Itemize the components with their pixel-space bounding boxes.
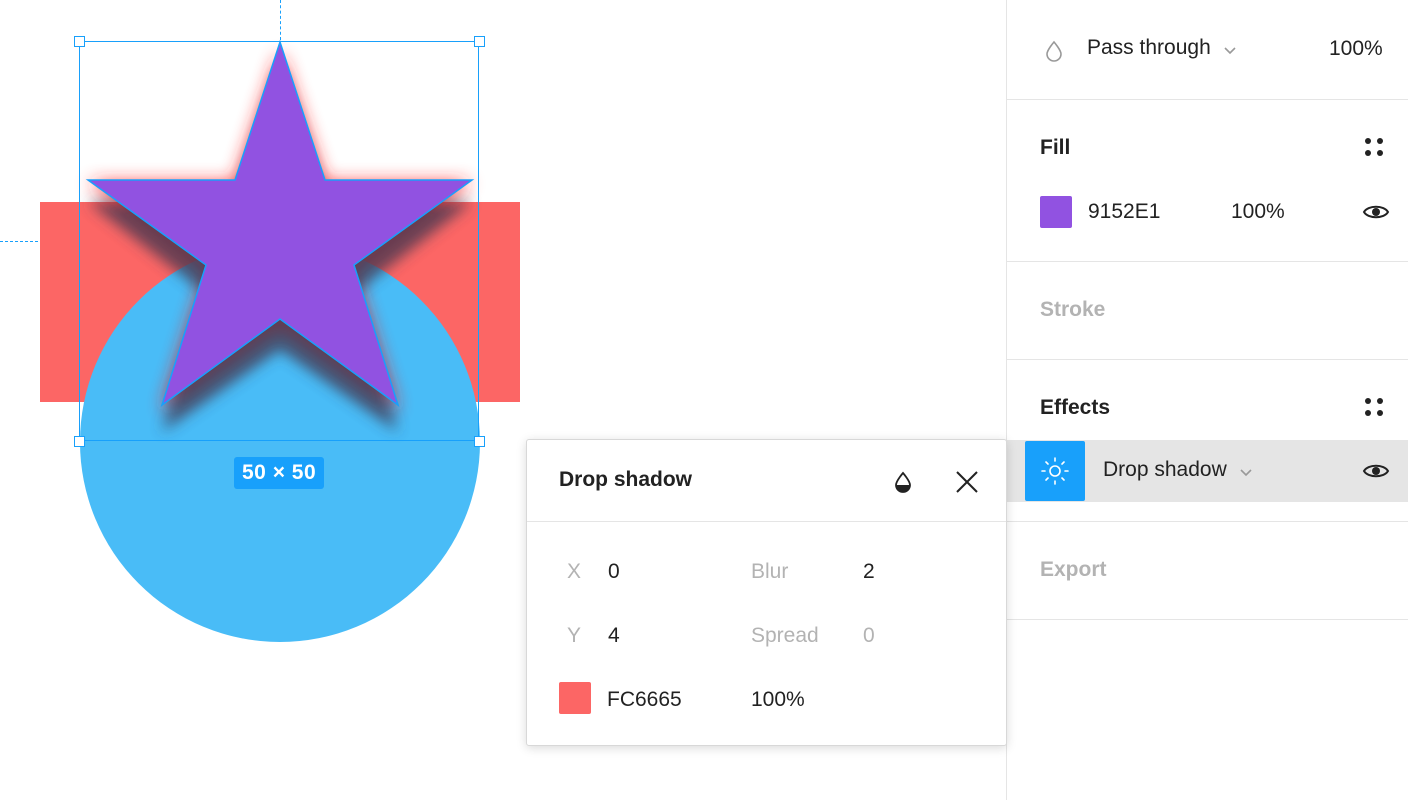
styles-grid-icon[interactable] bbox=[1365, 138, 1385, 158]
size-badge: 50 × 50 bbox=[234, 457, 325, 489]
blur-label: Blur bbox=[751, 560, 789, 583]
fill-section: Fill 9152E1 100% bbox=[1007, 100, 1408, 262]
eye-icon[interactable] bbox=[1362, 461, 1390, 481]
layer-opacity-input[interactable]: 100% bbox=[1329, 37, 1383, 61]
effect-item-drop-shadow[interactable]: Drop shadow bbox=[1007, 440, 1408, 502]
x-input[interactable]: 0 bbox=[608, 560, 620, 584]
effect-type-label: Drop shadow bbox=[1103, 458, 1227, 481]
effects-title: Effects bbox=[1040, 396, 1111, 419]
effect-type-dropdown[interactable]: Drop shadow bbox=[1103, 458, 1253, 486]
stroke-section[interactable]: Stroke bbox=[1007, 262, 1408, 360]
blend-mode-dropdown[interactable]: Pass through bbox=[1087, 36, 1237, 66]
resize-handle-bottom-left[interactable] bbox=[74, 436, 85, 447]
shadow-opacity-input[interactable]: 100% bbox=[751, 688, 805, 712]
resize-handle-top-right[interactable] bbox=[474, 36, 485, 47]
y-input[interactable]: 4 bbox=[608, 624, 620, 648]
blend-drop-icon[interactable] bbox=[893, 470, 913, 494]
shadow-color-swatch[interactable] bbox=[559, 682, 591, 714]
export-section[interactable]: Export bbox=[1007, 522, 1408, 620]
eye-icon[interactable] bbox=[1362, 202, 1390, 222]
popup-title: Drop shadow bbox=[559, 468, 693, 491]
styles-grid-icon[interactable] bbox=[1365, 398, 1385, 418]
fill-hex-input[interactable]: 9152E1 bbox=[1088, 200, 1160, 224]
layer-section: Pass through 100% bbox=[1007, 0, 1408, 100]
export-title: Export bbox=[1040, 558, 1107, 581]
resize-handle-top-left[interactable] bbox=[74, 36, 85, 47]
popup-header: Drop shadow bbox=[527, 440, 1006, 522]
chevron-down-icon bbox=[1240, 469, 1252, 476]
spread-label: Spread bbox=[751, 624, 819, 647]
drop-icon bbox=[1046, 40, 1062, 62]
fill-color-swatch[interactable] bbox=[1040, 196, 1072, 228]
properties-panel: Pass through 100% Fill 9152E1 100% Strok… bbox=[1006, 0, 1408, 800]
drop-shadow-popup: Drop shadow X 0 Blur 2 Y 4 Spread 0 FC66… bbox=[526, 439, 1007, 746]
blur-input[interactable]: 2 bbox=[863, 560, 875, 584]
close-icon[interactable] bbox=[954, 469, 980, 495]
blend-mode-label: Pass through bbox=[1087, 36, 1211, 59]
stroke-title: Stroke bbox=[1040, 298, 1106, 321]
x-label: X bbox=[567, 560, 582, 583]
selection-box[interactable] bbox=[79, 41, 479, 441]
shadow-hex-input[interactable]: FC6665 bbox=[607, 688, 682, 712]
y-label: Y bbox=[567, 624, 582, 647]
spread-input[interactable]: 0 bbox=[863, 624, 875, 648]
fill-opacity-input[interactable]: 100% bbox=[1231, 200, 1285, 224]
resize-handle-bottom-right[interactable] bbox=[474, 436, 485, 447]
chevron-down-icon bbox=[1224, 47, 1236, 54]
fill-title: Fill bbox=[1040, 136, 1071, 159]
effect-settings-button[interactable] bbox=[1025, 441, 1085, 501]
sun-icon bbox=[1041, 457, 1069, 485]
